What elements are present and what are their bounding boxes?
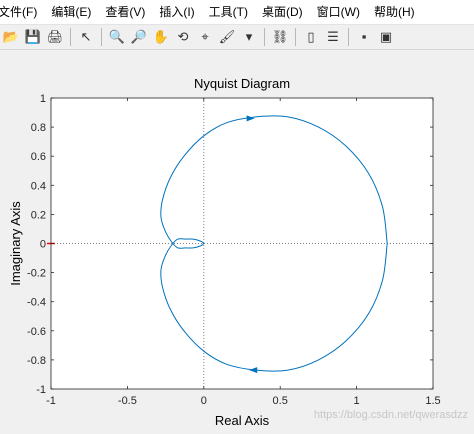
x-tick-label: 1 [354,395,360,407]
chart-title: Nyquist Diagram [194,76,290,91]
figure-toolbar: 📂 💾 🖨 ↖ 🔍 🔎 ✋ ⟲ ⌖ 🖌 ▾ ⛓ ▯ ☰ ▪ ▣ [0,25,474,50]
toolbar-separator [348,28,349,46]
link-icon[interactable]: ⛓ [270,27,290,47]
x-tick-label: -1 [46,395,56,407]
y-tick-label: 0.4 [31,180,46,192]
print-icon[interactable]: 🖨 [45,27,65,47]
x-tick-label: 1.5 [425,395,440,407]
brush-icon[interactable]: 🖌 [217,27,237,47]
zoom-out-icon[interactable]: 🔎 [129,27,149,47]
hide-tools-icon[interactable]: ▪ [354,27,374,47]
zoom-in-icon[interactable]: 🔍 [107,27,127,47]
x-tick-label: -0.5 [118,395,137,407]
colorbar-icon[interactable]: ▯ [301,27,321,47]
y-axis-label: Imaginary Axis [8,201,23,286]
toolbar-separator [70,28,71,46]
nyquist-plot: -1 -0.5 0 0.5 1 1.5 -1 -0.8 -0.6 -0.4 -0.2 0 0.2 0.4 0… [8,76,441,428]
toolbar-separator [101,28,102,46]
y-tick-label: 0 [40,239,46,251]
dropdown-icon[interactable]: ▾ [239,27,259,47]
open-icon[interactable]: 📂 [1,27,21,47]
menu-item-0[interactable]: 文件(F) [0,0,44,24]
data-cursor-icon[interactable]: ⌖ [195,27,215,47]
menu-item-6[interactable]: 窗口(W) [310,0,367,24]
pan-icon[interactable]: ✋ [151,27,171,47]
y-tick-label: -1 [36,384,46,396]
menu-item-1[interactable]: 编辑(E) [44,0,98,24]
y-tick-label: 0.6 [31,151,46,163]
menu-item-4[interactable]: 工具(T) [202,0,255,24]
y-tick-label: -0.2 [27,268,46,280]
pointer-icon[interactable]: ↖ [76,27,96,47]
menu-item-7[interactable]: 帮助(H) [367,0,422,24]
watermark: https://blog.csdn.net/qwerasdzz [313,409,468,421]
y-tick-label: -0.4 [27,297,46,309]
toolbar-separator [295,28,296,46]
figure-area: -1 -0.5 0 0.5 1 1.5 -1 -0.8 -0.6 -0.4 -0.2 0 0.2 0.4 0… [0,50,474,429]
y-tick-label: -0.8 [27,355,46,367]
menu-item-2[interactable]: 查看(V) [98,0,152,24]
toolbar-separator [264,28,265,46]
menu-item-3[interactable]: 插入(I) [152,0,201,24]
save-icon[interactable]: 💾 [23,27,43,47]
legend-icon[interactable]: ☰ [323,27,343,47]
y-tick-label: 0.2 [31,209,46,221]
y-tick-label: 1 [40,93,46,105]
x-tick-label: 0 [201,395,207,407]
show-tools-icon[interactable]: ▣ [376,27,396,47]
x-tick-label: 0.5 [273,395,288,407]
menu-item-5[interactable]: 桌面(D) [255,0,310,24]
rotate-icon[interactable]: ⟲ [173,27,193,47]
y-tick-label: 0.8 [31,122,46,134]
y-tick-label: -0.6 [27,326,46,338]
menu-bar: 文件(F) 编辑(E) 查看(V) 插入(I) 工具(T) 桌面(D) 窗口(W) 帮助(H) [0,0,474,25]
x-axis-label: Real Axis [215,413,270,428]
